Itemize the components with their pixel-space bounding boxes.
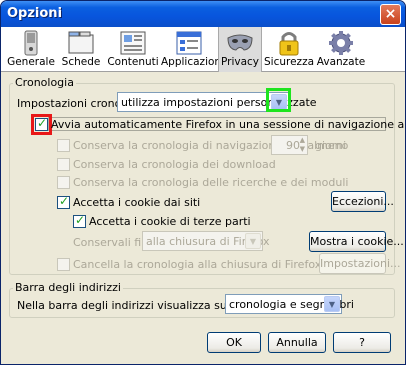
keep-history-checkbox[interactable] [57, 139, 70, 152]
form-history-label: Conserva la cronologia delle ricerche e … [73, 176, 349, 189]
show-cookies-button[interactable]: Mostra i cookie... [309, 231, 404, 252]
keep-history-days-value: 90 [286, 139, 300, 152]
history-settings-select[interactable]: utilizza impostazioni personalizzate ▼ [117, 92, 317, 112]
tab-applicazioni-label: Applicazioni [161, 56, 224, 68]
private-mode-label: Avvia automaticamente Firefox in una ses… [51, 118, 405, 131]
download-history-checkbox[interactable] [57, 158, 70, 171]
form-history-checkbox[interactable] [57, 176, 70, 189]
download-history-label: Conserva la cronologia dei download [73, 158, 276, 171]
highlight-box-red [31, 114, 52, 135]
tab-schede[interactable]: Schede [57, 27, 105, 72]
third-party-cookies-checkbox[interactable]: ✓ [73, 213, 86, 228]
gear-icon [329, 31, 353, 55]
location-bar-group-title: Barra degli indirizzi [13, 281, 123, 294]
close-icon: × [384, 6, 397, 22]
history-group-title: Cronologia [13, 76, 76, 89]
mask-icon [227, 34, 253, 51]
chevron-down-icon[interactable]: ▼ [245, 233, 261, 249]
highlight-box-green [266, 88, 291, 112]
suggest-select[interactable]: cronologia e segnalibri ▼ [225, 294, 354, 314]
tab-privacy[interactable]: Privacy [218, 27, 262, 72]
checkmark-icon: ✓ [59, 194, 70, 208]
clear-settings-button[interactable]: Impostazioni... [319, 253, 401, 274]
tab-generale[interactable]: Generale [7, 27, 55, 72]
tab-sicurezza[interactable]: Sicurezza [264, 27, 314, 72]
third-party-cookies-label: Accetta i cookie di terze parti [89, 215, 251, 228]
keep-history-days-spinner[interactable]: 90 ▲ ▼ [271, 135, 308, 155]
chevron-down-icon[interactable]: ▼ [324, 296, 340, 312]
spinner-arrows-icon[interactable]: ▲ ▼ [300, 136, 305, 154]
window-title: Opzioni [7, 6, 63, 21]
title-bar[interactable]: Opzioni × [1, 1, 405, 27]
tab-generale-label: Generale [7, 56, 55, 68]
tab-avanzate[interactable]: Avanzate [316, 27, 366, 72]
switch-icon [24, 30, 38, 56]
applications-icon [176, 31, 202, 55]
clear-on-close-label: Cancella la cronologia alla chiusura di … [73, 258, 322, 271]
tab-contenuti[interactable]: Contenuti [107, 27, 159, 72]
close-button[interactable]: × [380, 4, 401, 25]
contents-icon [120, 31, 146, 55]
cancel-button[interactable]: Annulla [268, 332, 326, 353]
tabs-icon [68, 31, 94, 54]
keep-until-select[interactable]: alla chiusura di Firefox ▼ [142, 231, 270, 251]
tab-applicazioni[interactable]: Applicazioni [161, 27, 224, 72]
clear-on-close-checkbox[interactable] [57, 258, 70, 271]
tab-schede-label: Schede [61, 56, 101, 68]
days-label: giorni [315, 139, 347, 152]
exceptions-button[interactable]: Eccezioni... [331, 191, 394, 212]
checkmark-icon: ✓ [75, 213, 86, 227]
padlock-icon [279, 32, 299, 56]
tab-sicurezza-label: Sicurezza [264, 56, 315, 68]
accept-cookies-checkbox[interactable]: ✓ [57, 194, 70, 209]
tab-privacy-label: Privacy [220, 56, 260, 68]
help-button[interactable]: ? [333, 332, 391, 353]
ok-button[interactable]: OK [207, 332, 261, 353]
preferences-toolbar: Generale Schede Contenuti Applicazioni P… [1, 27, 405, 72]
tab-contenuti-label: Contenuti [107, 56, 159, 68]
options-window: Opzioni × Generale Schede Contenuti Appl… [0, 0, 406, 365]
tab-avanzate-label: Avanzate [316, 56, 366, 68]
accept-cookies-label: Accetta i cookie dai siti [73, 196, 201, 209]
